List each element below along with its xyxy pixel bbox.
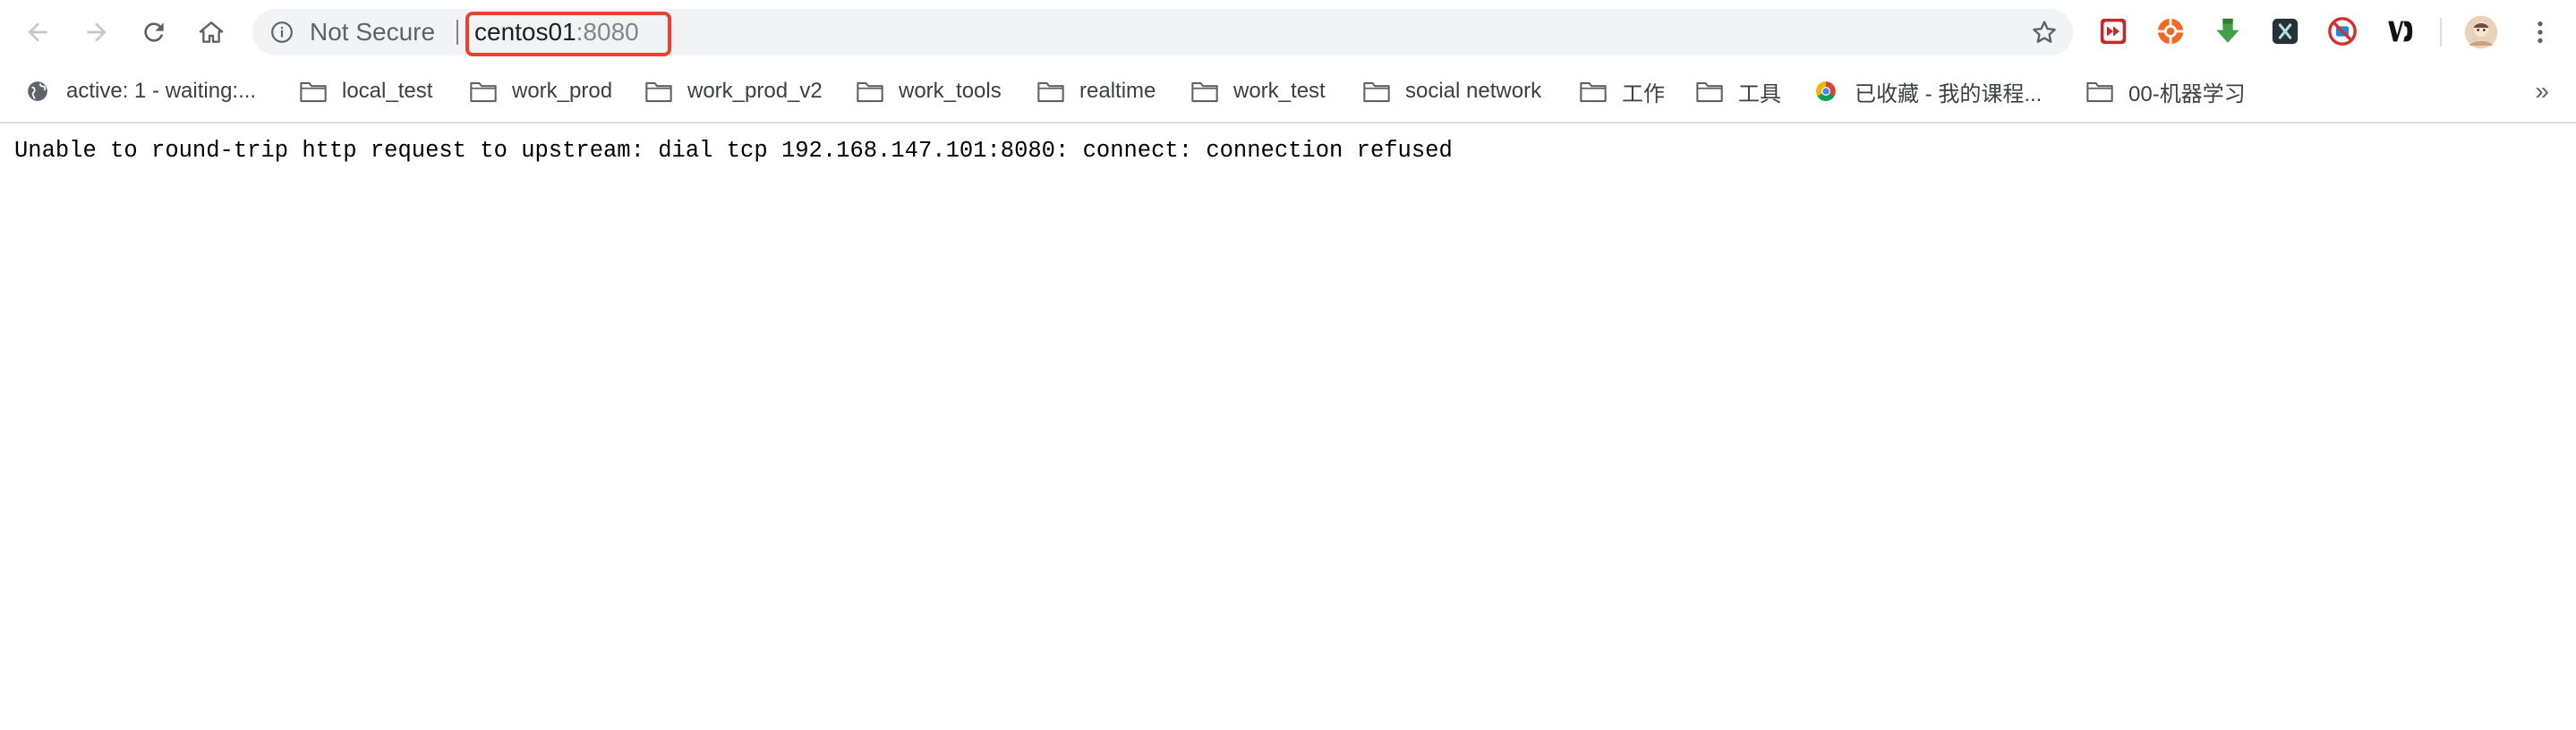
bookmark-label: realtime <box>1079 79 1156 103</box>
bookmarks-bar: active: 1 - waiting:... local_test work_… <box>0 64 2576 123</box>
bookmark-label: work_prod <box>512 79 613 103</box>
reload-icon <box>144 22 164 42</box>
folder-icon <box>1696 81 1723 103</box>
bookmarks-overflow-chevron-icon[interactable]: » <box>2535 64 2549 118</box>
bookmark-realtime[interactable]: realtime <box>1036 64 1156 118</box>
folder-icon <box>1363 81 1390 103</box>
bookmark-work-tools[interactable]: work_tools <box>856 64 1002 118</box>
bookmark-label: 00-机器学习 <box>2128 81 2246 106</box>
folder-icon <box>2086 81 2113 103</box>
toolbar-divider <box>2440 18 2442 47</box>
folder-icon <box>1037 81 1064 103</box>
folder-icon <box>300 81 327 103</box>
url-host: centos01 <box>474 18 576 46</box>
chrome-store-icon <box>1816 81 1836 101</box>
forward-button[interactable] <box>77 13 116 52</box>
folder-icon <box>1191 81 1218 103</box>
folder-icon <box>857 81 883 103</box>
home-icon <box>199 21 224 43</box>
bookmark-label: social network <box>1405 79 1542 103</box>
globe-icon <box>28 81 47 101</box>
error-message: Unable to round-trip http request to ups… <box>14 138 1453 164</box>
folder-icon <box>1580 81 1607 103</box>
reload-button[interactable] <box>134 13 174 52</box>
bookmark-work-prod[interactable]: work_prod <box>469 64 612 118</box>
bookmark-label: active: 1 - waiting:... <box>66 79 257 103</box>
bookmark-social-network[interactable]: social network <box>1362 64 1541 118</box>
bookmark-local-test[interactable]: local_test <box>299 64 432 118</box>
arrow-right-icon <box>87 22 107 42</box>
bookmark-label: work_test <box>1233 79 1326 103</box>
bookmark-tools-cn[interactable]: 工具 <box>1695 64 1781 118</box>
url-text[interactable]: centos01:8080 <box>474 9 639 55</box>
bookmark-label: 工作 <box>1622 81 1665 106</box>
bookmark-active-waiting[interactable]: active: 1 - waiting:... <box>23 64 256 118</box>
bookmark-label: 工具 <box>1738 81 1781 106</box>
bookmark-label: 已收藏 - 我的课程... <box>1855 81 2043 106</box>
arrow-left-icon <box>28 22 47 42</box>
address-bar[interactable]: Not Secure centos01:8080 <box>252 9 2073 56</box>
star-icon[interactable] <box>2030 18 2059 47</box>
red-circle-extension-icon[interactable] <box>2327 16 2358 47</box>
folder-icon <box>470 81 497 103</box>
folder-icon <box>645 81 672 103</box>
avatar[interactable] <box>2463 14 2499 50</box>
download-extension-icon[interactable] <box>2213 16 2243 47</box>
bookmark-work-prod-v2[interactable]: work_prod_v2 <box>644 64 823 118</box>
home-button[interactable] <box>192 13 231 52</box>
bookmark-courses[interactable]: 已收藏 - 我的课程... <box>1812 64 2042 118</box>
browser-toolbar: Not Secure centos01:8080 <box>0 0 2576 64</box>
bookmark-label: work_prod_v2 <box>687 79 823 103</box>
security-status-text[interactable]: Not Secure <box>310 9 435 55</box>
orange-extension-icon[interactable] <box>2155 16 2186 47</box>
back-button[interactable] <box>18 13 57 52</box>
url-port: :8080 <box>576 18 639 46</box>
omnibox-separator <box>456 20 458 45</box>
info-icon[interactable] <box>270 21 294 44</box>
video-extension-icon[interactable] <box>2098 16 2128 47</box>
kebab-menu-icon[interactable] <box>2526 18 2555 47</box>
bookmark-work-test[interactable]: work_test <box>1190 64 1326 118</box>
bookmark-label: work_tools <box>899 79 1002 103</box>
bookmark-work-cn[interactable]: 工作 <box>1579 64 1665 118</box>
bookmark-label: local_test <box>342 79 433 103</box>
x-extension-icon[interactable] <box>2270 16 2300 47</box>
vd-extension-icon[interactable] <box>2384 16 2415 47</box>
bookmark-machine-learning[interactable]: 00-机器学习 <box>2086 64 2246 118</box>
